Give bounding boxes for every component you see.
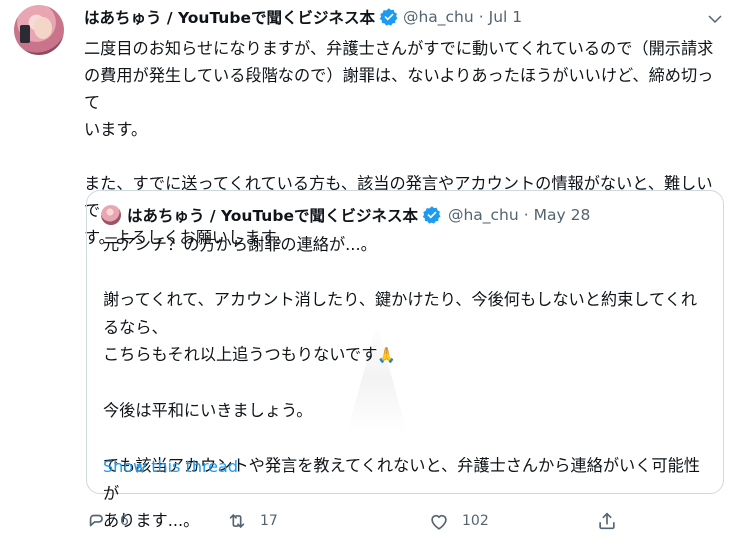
share-icon: [599, 512, 615, 530]
retweet-button[interactable]: 17: [226, 508, 278, 534]
quoted-tweet-date: May 28: [533, 206, 591, 224]
reply-icon: [89, 514, 103, 527]
chevron-down-icon[interactable]: [704, 8, 726, 30]
author-handle[interactable]: @ha_chu: [403, 8, 474, 26]
header-separator: ·: [478, 8, 484, 26]
quoted-text-part-1: 元アンチ？の方から謝罪の連絡が...。 謝ってくれて、アカウント消したり、鍵かけ…: [103, 235, 698, 364]
reply-count: 6: [120, 513, 129, 529]
reply-button[interactable]: 6: [86, 508, 129, 534]
author-avatar[interactable]: [14, 5, 64, 55]
verified-badge-icon: [422, 205, 442, 225]
tweet-date[interactable]: Jul 1: [489, 8, 523, 26]
quoted-tweet[interactable]: はあちゅう / YouTubeで聞くビジネス本 @ha_chu · May 28…: [86, 190, 724, 530]
quoted-author-avatar: [101, 205, 121, 225]
like-button[interactable]: 102: [428, 508, 489, 534]
like-icon: [431, 514, 447, 530]
share-button[interactable]: [596, 508, 618, 534]
retweet-icon: [229, 514, 245, 528]
tweet-header: はあちゅう / YouTubeで聞くビジネス本 @ha_chu · Jul 1: [84, 6, 726, 28]
quoted-tweet-text: 元アンチ？の方から謝罪の連絡が...。 謝ってくれて、アカウント消したり、鍵かけ…: [103, 231, 713, 535]
quoted-author-handle: @ha_chu: [447, 206, 519, 224]
quoted-author-name: はあちゅう / YouTubeで聞くビジネス本: [127, 207, 418, 225]
tweet-actions: 6 17 102: [86, 508, 626, 534]
verified-badge-icon: [379, 7, 399, 27]
quoted-tweet-header: はあちゅう / YouTubeで聞くビジネス本 @ha_chu · May 28: [101, 204, 590, 226]
quoted-header-separator: ·: [523, 206, 529, 224]
retweet-count: 17: [260, 513, 278, 529]
author-name[interactable]: はあちゅう / YouTubeで聞くビジネス本: [84, 6, 375, 28]
avatar-phone-detail: [20, 25, 30, 43]
folded-hands-emoji: 🙏: [377, 346, 397, 364]
like-count: 102: [462, 513, 489, 529]
avatar-face-detail: [34, 17, 52, 39]
show-thread-link[interactable]: Show this thread: [103, 457, 238, 476]
